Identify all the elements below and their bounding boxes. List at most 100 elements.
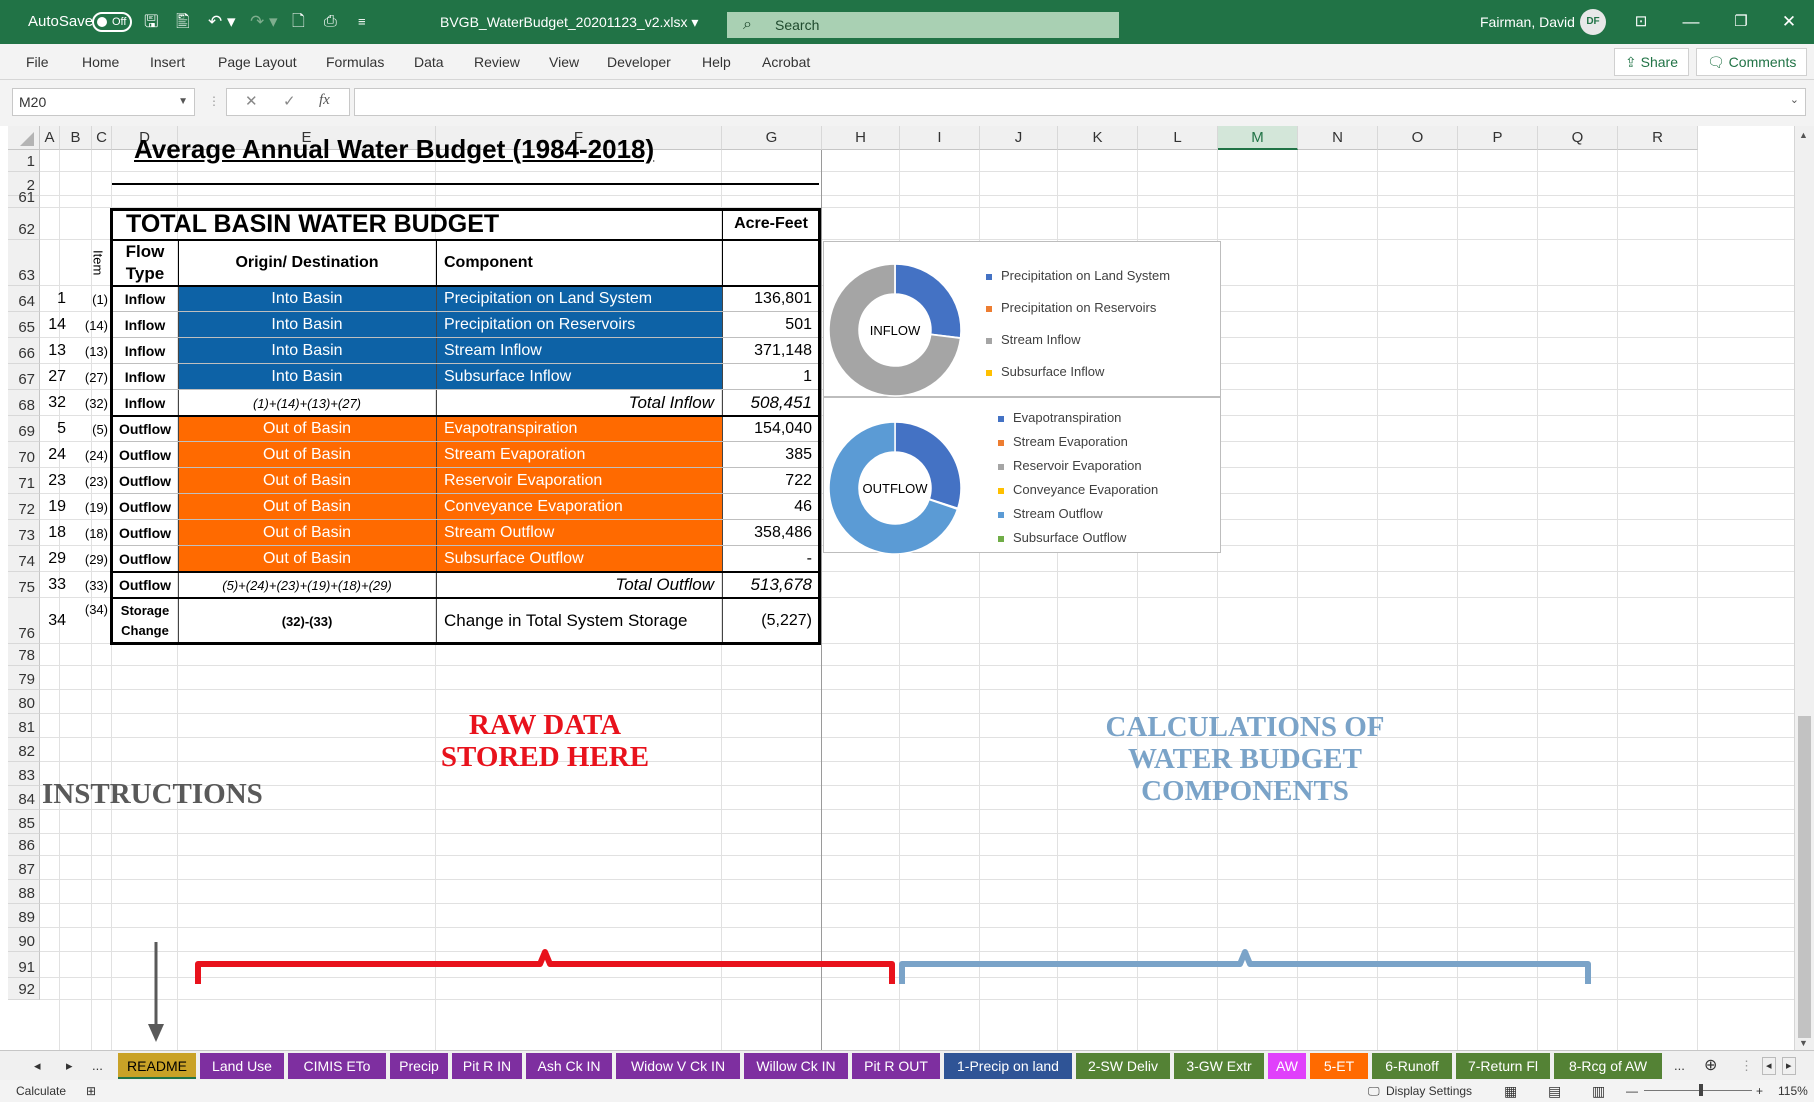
- vertical-scrollbar[interactable]: ▲ ▼: [1794, 126, 1814, 1050]
- minimize-icon[interactable]: —: [1666, 0, 1716, 44]
- tab-acrobat[interactable]: Acrobat: [762, 44, 810, 80]
- tab-page-layout[interactable]: Page Layout: [218, 44, 297, 80]
- more-sheets-left[interactable]: ...: [92, 1053, 103, 1079]
- sheet-tab-7-return-fl[interactable]: 7-Return Fl: [1456, 1053, 1550, 1079]
- sheet-tab-6-runoff[interactable]: 6-Runoff: [1372, 1053, 1452, 1079]
- comments-button[interactable]: 🗨 Comments: [1696, 48, 1808, 76]
- formula-buttons: ✕ ✓ fx: [226, 88, 350, 116]
- restore-icon[interactable]: ❐: [1716, 0, 1766, 44]
- name-box[interactable]: M20 ▼: [12, 88, 195, 116]
- display-settings-icon[interactable]: 🖵: [1368, 1080, 1380, 1102]
- raw-data-bracket: [195, 949, 895, 984]
- cancel-icon[interactable]: ✕: [245, 92, 258, 110]
- scrollbar-thumb[interactable]: [1798, 716, 1811, 1038]
- sheet-tab-land-use[interactable]: Land Use: [200, 1053, 284, 1079]
- sheet-tab-8-rcg-of-aw[interactable]: 8-Rcg of AW: [1554, 1053, 1662, 1079]
- autosave-toggle[interactable]: Off: [92, 0, 132, 44]
- page-break-view-icon[interactable]: ▥: [1592, 1080, 1605, 1102]
- zoom-out-icon[interactable]: —: [1626, 1080, 1638, 1102]
- page-layout-view-icon[interactable]: ▤: [1548, 1080, 1561, 1102]
- display-settings-label[interactable]: Display Settings: [1386, 1080, 1472, 1102]
- search-placeholder: Search: [775, 17, 820, 33]
- sheet-tab-2-sw-deliv[interactable]: 2-SW Deliv: [1076, 1053, 1170, 1079]
- formula-input[interactable]: ⌄: [354, 88, 1806, 116]
- tab-developer[interactable]: Developer: [607, 44, 671, 80]
- sheet-tab-widow-v-ck-in[interactable]: Widow V Ck IN: [616, 1053, 740, 1079]
- add-sheet-icon[interactable]: ⊕: [1704, 1053, 1717, 1079]
- undo-icon[interactable]: ↶ ▾: [208, 0, 236, 44]
- ribbon-tabs: File Home Insert Page Layout Formulas Da…: [0, 44, 1814, 80]
- title-bar: AutoSave Off 🖫 🖺 ↶ ▾ ↷ ▾ 🗋 ⎙ ≡ BVGB_Wate…: [0, 0, 1814, 44]
- tab-file[interactable]: File: [26, 44, 49, 80]
- comments-label: Comments: [1728, 54, 1797, 70]
- file-name[interactable]: BVGB_WaterBudget_20201123_v2.xlsx ▾: [440, 0, 698, 44]
- chevron-down-icon: ▼: [178, 96, 188, 107]
- more-sheets-right[interactable]: ...: [1674, 1053, 1685, 1079]
- sheet-tab-willow-ck-in[interactable]: Willow Ck IN: [744, 1053, 848, 1079]
- scroll-down-icon[interactable]: ▼: [1799, 1038, 1808, 1048]
- avatar-initials: DF: [1580, 9, 1606, 36]
- autosave-label: AutoSave: [28, 13, 94, 30]
- formula-bar: M20 ▼ ⋮ ✕ ✓ fx ⌄: [0, 80, 1814, 126]
- prev-sheet-icon[interactable]: ◂: [34, 1053, 41, 1079]
- chevron-down-icon: ▾: [691, 14, 699, 30]
- expand-formula-bar-icon[interactable]: ⌄: [1790, 93, 1799, 106]
- zoom-in-icon[interactable]: +: [1756, 1080, 1763, 1102]
- sheet-tab-pit-r-out[interactable]: Pit R OUT: [852, 1053, 940, 1079]
- zoom-slider-thumb[interactable]: [1698, 1084, 1703, 1096]
- sheet-tabs-bar: ◂ ▸ ... README Land Use CIMIS ETo Precip Pit…: [0, 1050, 1814, 1080]
- sheet-tab-5-et[interactable]: 5-ET: [1310, 1053, 1368, 1079]
- calculations-bracket: [899, 949, 1591, 984]
- sheet-tab-cimis-eto[interactable]: CIMIS ETo: [288, 1053, 386, 1079]
- sheet-tab-readme[interactable]: README: [118, 1053, 196, 1079]
- search-icon: ⌕: [743, 16, 752, 33]
- autosave-toggle-state: Off: [92, 12, 132, 33]
- close-icon[interactable]: ✕: [1764, 0, 1814, 44]
- sheet-tab-3-gw-extr[interactable]: 3-GW Extr: [1174, 1053, 1264, 1079]
- share-icon: ⇪: [1625, 54, 1641, 70]
- scroll-right-icon[interactable]: ▸: [1782, 1057, 1796, 1075]
- excel-window: AutoSave Off 🖫 🖺 ↶ ▾ ↷ ▾ 🗋 ⎙ ≡ BVGB_Wate…: [0, 0, 1814, 1102]
- share-label: Share: [1640, 54, 1678, 70]
- sheet-tab-pit-r-in[interactable]: Pit R IN: [452, 1053, 522, 1079]
- tab-review[interactable]: Review: [474, 44, 520, 80]
- sheet-tab-precip[interactable]: Precip: [390, 1053, 448, 1079]
- tab-home[interactable]: Home: [82, 44, 119, 80]
- tab-view[interactable]: View: [549, 44, 579, 80]
- spreadsheet-grid[interactable]: ABCDEFGHIJKLMNOPQR 1 2 61 62 63 64 65 66 67 68 69 7…: [0, 126, 1814, 1050]
- file-name-text: BVGB_WaterBudget_20201123_v2.xlsx: [440, 14, 688, 30]
- splitter-icon[interactable]: ⋮: [1740, 1053, 1753, 1079]
- macro-recording-icon[interactable]: ⊞: [86, 1080, 96, 1102]
- tab-data[interactable]: Data: [414, 44, 444, 80]
- comment-icon: 🗨: [1707, 54, 1729, 70]
- print-icon[interactable]: ⎙: [324, 0, 337, 44]
- redo-icon: ↷ ▾: [250, 12, 278, 31]
- save-as-icon[interactable]: 🖺: [176, 0, 190, 44]
- sheet-tab-1-precip-on-land[interactable]: 1-Precip on land: [944, 1053, 1072, 1079]
- splitter-icon[interactable]: ⋮: [208, 94, 220, 108]
- tab-insert[interactable]: Insert: [150, 44, 185, 80]
- search-input[interactable]: ⌕ Search: [727, 12, 1119, 38]
- scroll-up-icon[interactable]: ▲: [1799, 130, 1808, 140]
- customize-toolbar-icon[interactable]: ≡: [358, 0, 366, 44]
- user-name[interactable]: Fairman, David: [1480, 0, 1575, 44]
- avatar[interactable]: DF: [1580, 0, 1606, 44]
- save-icon[interactable]: 🖫: [144, 0, 158, 44]
- next-sheet-icon[interactable]: ▸: [66, 1053, 73, 1079]
- sheet-tab-aw[interactable]: AW: [1268, 1053, 1306, 1079]
- annotation-arrows: [148, 942, 1591, 1042]
- scroll-left-icon[interactable]: ◂: [1762, 1057, 1776, 1075]
- ribbon-display-options-icon[interactable]: ⊡: [1616, 0, 1666, 44]
- enter-icon[interactable]: ✓: [283, 92, 296, 110]
- new-file-icon[interactable]: 🗋: [292, 0, 305, 44]
- tab-help[interactable]: Help: [702, 44, 731, 80]
- sheet-tab-ash-ck-in[interactable]: Ash Ck IN: [526, 1053, 612, 1079]
- normal-view-icon[interactable]: ▦: [1504, 1080, 1517, 1102]
- zoom-level[interactable]: 115%: [1778, 1080, 1808, 1102]
- tab-formulas[interactable]: Formulas: [326, 44, 384, 80]
- down-arrow-icon: [148, 942, 164, 1042]
- share-button[interactable]: ⇪ Share: [1614, 48, 1689, 76]
- insert-function-icon[interactable]: fx: [319, 92, 330, 109]
- status-mode: Calculate: [16, 1084, 67, 1098]
- zoom-slider[interactable]: [1644, 1084, 1752, 1096]
